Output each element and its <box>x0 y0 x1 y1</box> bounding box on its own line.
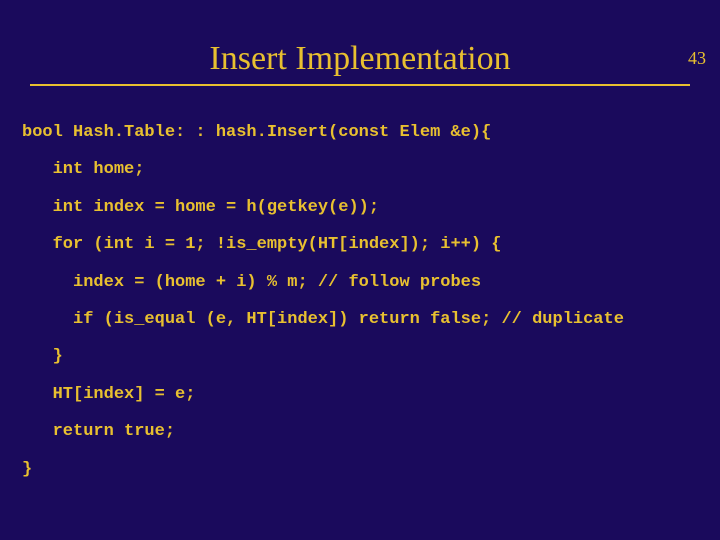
page-number: 43 <box>688 48 706 69</box>
code-line: int index = home = h(getkey(e)); <box>22 198 379 217</box>
code-block: bool Hash.Table: : hash.Insert(const Ele… <box>22 114 720 488</box>
code-line: int home; <box>22 160 144 179</box>
code-line: } <box>22 347 63 366</box>
code-line: return true; <box>22 422 175 441</box>
code-line: index = (home + i) % m; // follow probes <box>22 273 481 292</box>
code-line: for (int i = 1; !is_empty(HT[index]); i+… <box>22 235 501 254</box>
code-line: bool Hash.Table: : hash.Insert(const Ele… <box>22 123 491 142</box>
title-rule <box>30 84 690 86</box>
code-line: } <box>22 460 32 479</box>
code-line: HT[index] = e; <box>22 385 195 404</box>
code-line: if (is_equal (e, HT[index]) return false… <box>22 310 624 329</box>
slide-title: Insert Implementation <box>0 40 720 78</box>
